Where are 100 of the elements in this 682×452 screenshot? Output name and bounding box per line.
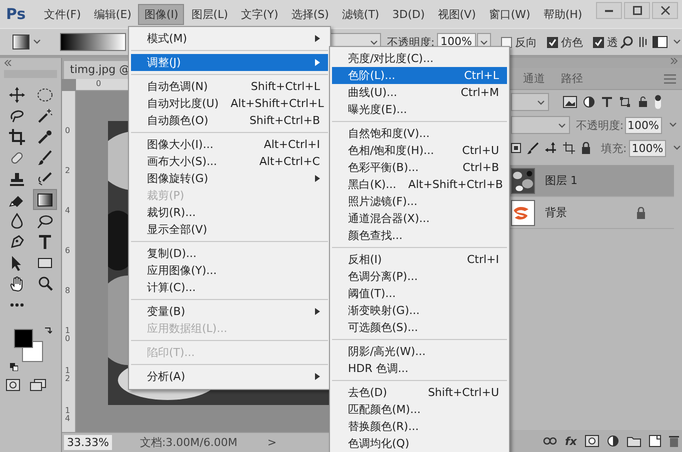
menu-item[interactable]: 可选颜色(S)... — [332, 319, 507, 336]
menu-title[interactable]: 文字(Y) — [235, 4, 284, 24]
menu-item[interactable]: 匹配颜色(M)... — [332, 401, 507, 418]
menu-title[interactable]: 滤镜(T) — [336, 4, 386, 24]
image-filter-icon[interactable] — [563, 96, 577, 108]
menu-item[interactable]: 复制(D)... — [131, 245, 328, 262]
menu-item[interactable]: 色相/饱和度(H)... Ctrl+U — [332, 142, 507, 159]
ruler-label: 4 — [65, 207, 72, 215]
menu-item[interactable]: 阴影/高光(W)... — [332, 343, 507, 360]
fx-button[interactable]: fx — [565, 434, 577, 448]
checkbox[interactable] — [501, 36, 512, 48]
menu-item[interactable]: 色调分离(P)... — [332, 268, 507, 285]
kind-dropdown[interactable] — [511, 93, 549, 111]
menu-item[interactable]: 计算(C)... — [131, 279, 328, 296]
menu-item[interactable]: 调整(J) — [131, 54, 328, 71]
lock-brush-icon[interactable] — [527, 142, 539, 154]
close-button[interactable] — [652, 2, 678, 19]
maximize-icon — [632, 6, 642, 15]
menu-item[interactable]: 显示全部(V) — [131, 221, 328, 238]
menu-title[interactable]: 窗口(W) — [482, 4, 536, 24]
menu-item[interactable]: 应用图像(Y)... — [131, 262, 328, 279]
menu-item[interactable]: 分析(A) — [131, 368, 328, 385]
menu-item[interactable]: 图像旋转(G) — [131, 170, 328, 187]
menu-item[interactable]: 替换颜色(R)... — [332, 418, 507, 435]
menu-item[interactable]: 去色(D) Shift+Ctrl+U — [332, 384, 507, 401]
close-icon — [660, 6, 670, 15]
link-icon[interactable] — [543, 436, 557, 446]
type-filter-icon[interactable] — [601, 96, 613, 108]
checkbox[interactable] — [593, 36, 604, 48]
menu-item[interactable]: 自动色调(N) Shift+Ctrl+L — [131, 78, 328, 95]
menu-item[interactable]: 模式(M) — [131, 30, 328, 47]
menu-item[interactable]: 颜色查找... — [332, 227, 507, 244]
more-tools-icon — [10, 302, 24, 306]
adjustment-filter-icon[interactable] — [583, 96, 595, 108]
menu-item[interactable]: 色调均化(Q) — [332, 435, 507, 452]
menu-title[interactable]: 图像(I) — [138, 4, 184, 24]
menu-item[interactable]: 阈值(T)... — [332, 285, 507, 302]
ruler-label: 10 — [65, 327, 72, 343]
hand-icon — [9, 276, 25, 292]
menu-item[interactable]: 通道混合器(X)... — [332, 210, 507, 227]
ruler-label: 12 — [65, 367, 72, 383]
crop-icon — [9, 128, 25, 144]
swap-colors-icon[interactable] — [44, 327, 52, 335]
new-layer-icon[interactable] — [648, 435, 661, 447]
search-icon[interactable] — [620, 35, 634, 49]
menu-item[interactable]: 裁切(R)... — [131, 204, 328, 221]
menu-title[interactable]: 视图(V) — [432, 4, 482, 24]
menu-item[interactable]: 自动颜色(O) Shift+Ctrl+B — [131, 112, 328, 129]
toggle-icon[interactable] — [655, 95, 661, 109]
menu-title[interactable]: 3D(D) — [386, 4, 431, 24]
blend-mode-dropdown[interactable] — [511, 116, 570, 134]
menu-item[interactable]: 曝光度(E)... — [332, 101, 507, 118]
eyedropper-icon — [37, 128, 53, 144]
panel-icon[interactable] — [652, 35, 668, 49]
ruler-label: 14 — [65, 407, 72, 423]
layer-name: 背景 — [545, 205, 567, 220]
tool-button[interactable] — [33, 189, 57, 210]
menu-item[interactable]: 渐变映射(G)... — [332, 302, 507, 319]
menu-item[interactable]: 亮度/对比度(C)... — [332, 50, 507, 67]
minimize-button[interactable] — [596, 2, 622, 19]
history-brush-icon — [37, 170, 53, 186]
adjustment-icon[interactable] — [606, 435, 619, 447]
magic-wand-icon — [37, 108, 53, 124]
menu-item[interactable]: HDR 色调... — [332, 360, 507, 377]
menu-item[interactable]: 色彩平衡(B)... Ctrl+B — [332, 159, 507, 176]
menu-item[interactable]: 色阶(L)... Ctrl+L — [332, 67, 507, 84]
menu-item[interactable]: 画布大小(S)... Alt+Ctrl+C — [131, 153, 328, 170]
menu-title[interactable]: 编辑(E) — [88, 4, 138, 24]
gradient-preview[interactable] — [60, 33, 126, 51]
fill-field[interactable]: 100% — [628, 140, 666, 156]
folder-icon[interactable] — [626, 435, 641, 447]
default-colors-icon[interactable] — [10, 363, 18, 371]
brackets-icon[interactable] — [638, 35, 648, 49]
screen-mode-icon[interactable] — [30, 379, 46, 391]
menu-title[interactable]: 文件(F) — [38, 4, 87, 24]
maximize-button[interactable] — [624, 2, 650, 19]
checkbox[interactable] — [547, 36, 558, 48]
menu-title[interactable]: 图层(L) — [185, 4, 234, 24]
status-arrow[interactable]: > — [267, 436, 277, 449]
lock-pixels-icon[interactable] — [511, 143, 521, 153]
opacity-field[interactable]: 100% — [624, 116, 662, 134]
trash-icon[interactable] — [668, 435, 679, 447]
menu-item[interactable]: 自动对比度(U) Alt+Shift+Ctrl+L — [131, 95, 328, 112]
color-swatches-drawing[interactable] — [14, 329, 43, 362]
menu-item[interactable]: 自然饱和度(V)... — [332, 125, 507, 142]
lock-icon[interactable] — [581, 142, 591, 154]
menu-title[interactable]: 选择(S) — [285, 4, 335, 24]
menu-title[interactable]: 帮助(H) — [537, 4, 588, 24]
menu-item[interactable]: 黑白(K)... Alt+Shift+Ctrl+B — [332, 176, 507, 193]
shape-filter-icon[interactable] — [619, 96, 631, 108]
menu-item[interactable]: 图像大小(I)... Alt+Ctrl+I — [131, 136, 328, 153]
menu-item[interactable]: 照片滤镜(F)... — [332, 193, 507, 210]
menu-item[interactable]: 变量(B) — [131, 303, 328, 320]
layer-row[interactable]: 图层 1 — [507, 165, 674, 197]
lock-move-icon[interactable] — [545, 142, 557, 154]
mask-icon[interactable] — [584, 435, 599, 447]
menu-item[interactable]: 曲线(U)... Ctrl+M — [332, 84, 507, 101]
menu-item[interactable]: 反相(I) Ctrl+I — [332, 251, 507, 268]
zoom-field[interactable]: 33.33% — [64, 435, 112, 450]
quick-mask-icon[interactable] — [6, 379, 20, 391]
